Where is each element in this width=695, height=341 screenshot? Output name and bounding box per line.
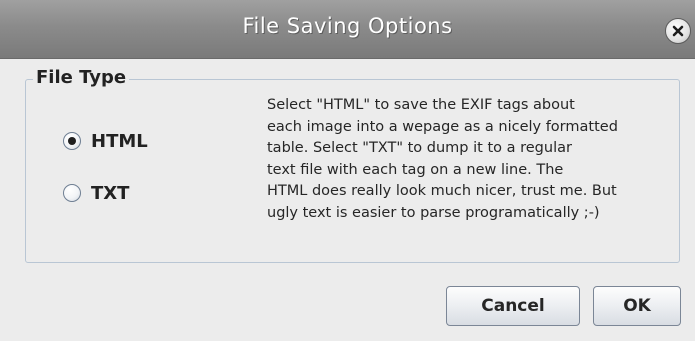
html-radio-label[interactable]: HTML (91, 131, 148, 152)
txt-radio-option[interactable]: TXT (63, 181, 129, 205)
radio-selected-dot (68, 137, 76, 145)
close-button[interactable] (665, 18, 691, 44)
file-type-group-title: File Type (33, 66, 130, 90)
cancel-button[interactable]: Cancel (446, 286, 580, 326)
html-radio-option[interactable]: HTML (63, 129, 148, 153)
description-line: text file with each tag on a new line. T… (267, 161, 564, 178)
description-line: each image into a wepage as a nicely for… (267, 118, 618, 135)
description-line: ugly text is easier to parse programatic… (267, 204, 600, 221)
txt-radio-button[interactable] (63, 184, 81, 202)
file-saving-options-dialog: File Saving Options File Type HTML TXT S… (0, 0, 695, 341)
txt-radio-label[interactable]: TXT (91, 183, 129, 204)
ok-button[interactable]: OK (593, 286, 681, 326)
description-line: table. Select "TXT" to dump it to a regu… (267, 140, 572, 156)
description-line: HTML does really look much nicer, trust … (267, 183, 617, 199)
description-line: Select "HTML" to save the EXIF tags abou… (267, 97, 575, 113)
window-title: File Saving Options (242, 14, 453, 38)
file-type-description: Select "HTML" to save the EXIF tags abou… (267, 95, 687, 224)
title-bar[interactable]: File Saving Options (0, 0, 695, 59)
html-radio-button[interactable] (63, 132, 81, 150)
close-icon (671, 24, 685, 38)
